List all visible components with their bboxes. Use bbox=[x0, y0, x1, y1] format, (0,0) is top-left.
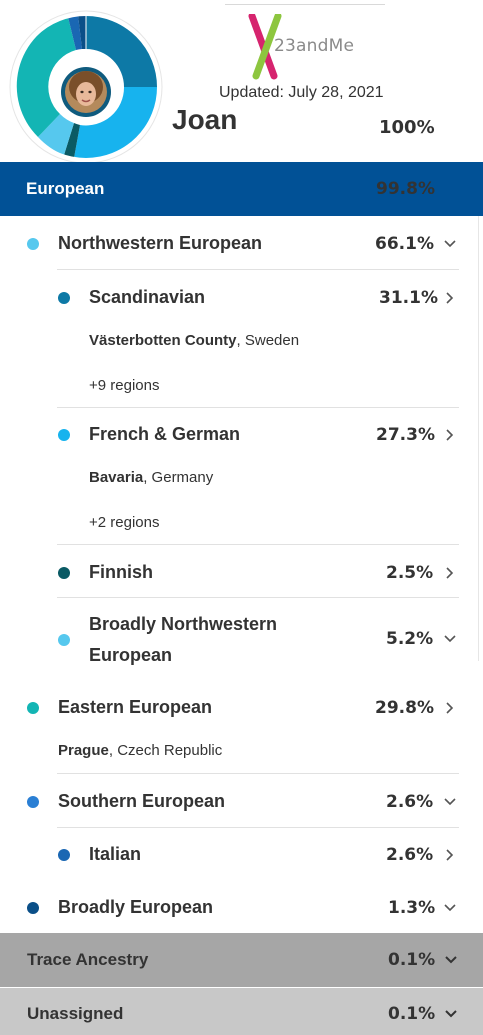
ancestry-donut-chart bbox=[8, 9, 164, 165]
eastern-percentage: 29.8% bbox=[375, 698, 434, 718]
chevron-right-icon[interactable] bbox=[443, 291, 457, 305]
southern-color-dot bbox=[27, 796, 39, 808]
unassigned-percentage: 0.1% bbox=[388, 1004, 436, 1024]
region-country: , Germany bbox=[143, 469, 214, 486]
divider bbox=[57, 544, 459, 545]
row-unassigned[interactable]: Unassigned 0.1% bbox=[0, 988, 483, 1035]
unassigned-label: Unassigned bbox=[27, 1004, 124, 1023]
finnish-label: Finnish bbox=[89, 562, 153, 582]
broadly-european-label: Broadly European bbox=[58, 897, 214, 917]
chevron-down-icon[interactable] bbox=[443, 901, 457, 915]
northwestern-percentage: 66.1% bbox=[375, 234, 434, 254]
northwestern-color-dot bbox=[27, 238, 39, 250]
european-banner[interactable]: European 99.8% bbox=[0, 162, 483, 216]
updated-date: Updated: July 28, 2021 bbox=[219, 84, 384, 101]
banner-percentage: 99.8% bbox=[376, 179, 435, 199]
scandinavian-label: Scandinavian bbox=[89, 287, 206, 307]
french-german-label: French & German bbox=[89, 424, 241, 444]
divider bbox=[57, 773, 459, 774]
chevron-down-icon[interactable] bbox=[443, 632, 457, 646]
total-percentage: 100% bbox=[379, 117, 435, 138]
donut-svg bbox=[9, 10, 163, 164]
chevron-right-icon[interactable] bbox=[443, 428, 457, 442]
broadly-nw-label-line2: European bbox=[89, 645, 173, 665]
row-trace-ancestry[interactable]: Trace Ancestry 0.1% bbox=[0, 933, 483, 987]
scandinavian-more-regions[interactable]: +9 regions bbox=[89, 377, 159, 394]
chevron-down-icon[interactable] bbox=[443, 795, 457, 809]
southern-percentage: 2.6% bbox=[386, 792, 434, 812]
scandinavian-region: Västerbotten County, Sweden bbox=[89, 332, 299, 349]
chevron-right-icon[interactable] bbox=[443, 701, 457, 715]
eastern-label: Eastern European bbox=[58, 697, 213, 717]
broadly-nw-label-line1: Broadly Northwestern bbox=[89, 614, 278, 634]
scandinavian-percentage: 31.1% bbox=[379, 288, 438, 308]
broadly-european-color-dot bbox=[27, 902, 39, 914]
region-name: Västerbotten County bbox=[89, 332, 237, 349]
chevron-down-icon[interactable] bbox=[444, 1007, 458, 1021]
divider bbox=[57, 407, 459, 408]
chevron-down-icon[interactable] bbox=[444, 953, 458, 967]
divider bbox=[57, 269, 459, 270]
divider bbox=[57, 827, 459, 828]
region-name: Bavaria bbox=[89, 469, 144, 486]
eastern-region: Prague, Czech Republic bbox=[58, 742, 222, 759]
french-german-color-dot bbox=[58, 429, 70, 441]
profile-header: 23andMe Updated: July 28, 2021 Joan 100% bbox=[0, 0, 483, 165]
divider bbox=[57, 597, 459, 598]
chevron-down-icon[interactable] bbox=[443, 237, 457, 251]
broadly-nw-color-dot bbox=[58, 634, 70, 646]
eastern-color-dot bbox=[27, 702, 39, 714]
southern-label: Southern European bbox=[58, 791, 226, 811]
logo-text: 23andMe bbox=[274, 36, 355, 56]
panel-edge bbox=[478, 216, 479, 661]
chevron-right-icon[interactable] bbox=[443, 848, 457, 862]
finnish-color-dot bbox=[58, 567, 70, 579]
trace-percentage: 0.1% bbox=[388, 950, 436, 970]
top-divider bbox=[225, 4, 385, 5]
trace-label: Trace Ancestry bbox=[27, 950, 149, 969]
region-country: , Czech Republic bbox=[108, 742, 223, 759]
scandinavian-color-dot bbox=[58, 292, 70, 304]
profile-name: Joan bbox=[172, 104, 238, 135]
finnish-percentage: 2.5% bbox=[386, 563, 434, 583]
italian-percentage: 2.6% bbox=[386, 845, 434, 865]
french-german-percentage: 27.3% bbox=[376, 425, 435, 445]
banner-label: European bbox=[26, 179, 105, 198]
avatar bbox=[65, 71, 107, 113]
french-german-region: Bavaria, Germany bbox=[89, 469, 213, 486]
region-name: Prague bbox=[58, 742, 109, 759]
broadly-european-percentage: 1.3% bbox=[388, 898, 436, 918]
italian-color-dot bbox=[58, 849, 70, 861]
region-country: , Sweden bbox=[236, 332, 300, 349]
chevron-right-icon[interactable] bbox=[443, 566, 457, 580]
italian-label: Italian bbox=[89, 844, 142, 864]
broadly-nw-percentage: 5.2% bbox=[386, 629, 434, 649]
northwestern-label: Northwestern European bbox=[58, 233, 263, 253]
french-german-more-regions[interactable]: +2 regions bbox=[89, 514, 159, 531]
